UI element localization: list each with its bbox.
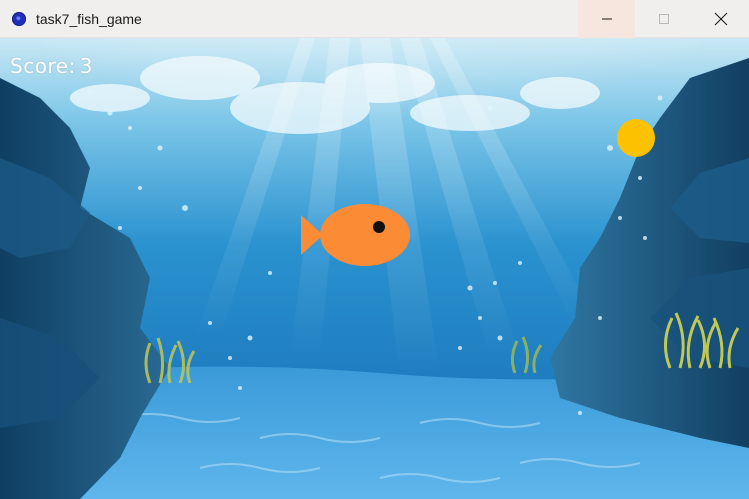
close-icon [714, 12, 727, 26]
underwater-background [0, 38, 749, 499]
fish-eye [373, 221, 385, 233]
close-button[interactable] [692, 0, 749, 38]
minimize-icon [601, 18, 612, 20]
score-value: 3 [79, 54, 93, 78]
minimize-button[interactable] [578, 0, 635, 38]
app-icon [12, 11, 26, 26]
score-label: Score: [10, 54, 76, 78]
coin-food [617, 119, 655, 157]
maximize-icon [658, 14, 669, 24]
score-display: Score: 3 [10, 54, 93, 78]
window-controls [578, 0, 749, 38]
title-bar[interactable]: task7_fish_game [0, 0, 749, 38]
game-canvas[interactable]: Score: 3 [0, 38, 749, 499]
window-title: task7_fish_game [36, 10, 142, 27]
maximize-button[interactable] [635, 0, 692, 38]
game-window: task7_fish_game Score: 3 [0, 0, 749, 499]
